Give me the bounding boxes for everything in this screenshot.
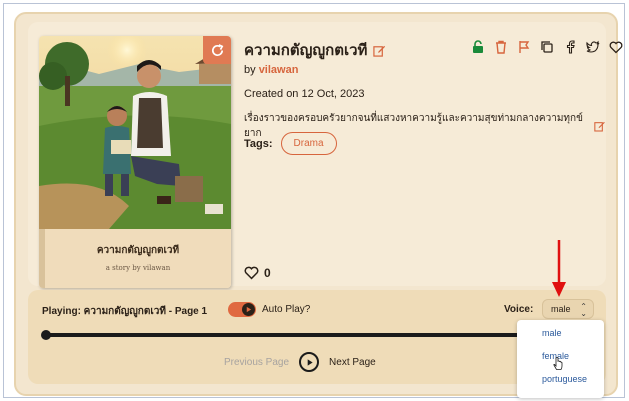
voice-select[interactable]: male ⌃ ⌄ <box>542 299 594 319</box>
tags-row: Tags: Drama <box>244 132 337 155</box>
edit-title-icon[interactable] <box>373 44 386 57</box>
autoplay-control: Auto Play? <box>228 302 310 317</box>
play-mini-icon <box>246 306 252 313</box>
voice-option-portuguese[interactable]: portuguese <box>542 374 587 384</box>
heart-icon[interactable] <box>608 39 624 55</box>
progress-track[interactable] <box>44 333 534 337</box>
voice-label: Voice: <box>504 304 534 315</box>
copy-icon[interactable] <box>539 39 555 55</box>
previous-page-button[interactable]: Previous Page <box>224 357 289 368</box>
refresh-icon <box>211 43 223 56</box>
autoplay-toggle[interactable] <box>228 302 256 317</box>
progress-handle[interactable] <box>41 330 51 340</box>
trash-icon[interactable] <box>493 39 509 55</box>
cover-illustration <box>39 36 231 229</box>
regenerate-cover-button[interactable] <box>203 36 231 64</box>
lock-open-icon[interactable] <box>470 39 486 55</box>
autoplay-label: Auto Play? <box>262 304 311 315</box>
story-title: ความกตัญญูกตเวที <box>244 38 386 62</box>
voice-selected-value: male <box>551 304 571 314</box>
tag-drama[interactable]: Drama <box>280 132 337 155</box>
mouse-cursor-icon <box>553 357 563 370</box>
likes: 0 <box>244 265 271 280</box>
story-title-text: ความกตัญญูกตเวที <box>244 42 368 59</box>
author-link[interactable]: vilawan <box>259 64 299 76</box>
twitter-icon[interactable] <box>585 39 601 55</box>
cover-byline: a story by vilawan <box>105 264 171 272</box>
annotation-arrow-icon <box>552 240 566 297</box>
story-actions <box>470 39 624 55</box>
cover-title: ความกตัญญูกตเวที <box>96 245 180 256</box>
cover-title-band: ความกตัญญูกตเวที a story by vilawan <box>39 229 231 288</box>
facebook-icon[interactable] <box>562 39 578 55</box>
like-heart-icon[interactable] <box>244 265 259 280</box>
edit-description-icon[interactable] <box>594 120 606 132</box>
book-cover[interactable]: ความกตัญญูกตเวที a story by vilawan <box>39 36 231 288</box>
play-button[interactable] <box>299 352 320 372</box>
like-count: 0 <box>264 265 271 280</box>
created-date: Created on 12 Oct, 2023 <box>244 88 365 100</box>
story-details: ความกตัญญูกตเวที a story by vilawan ความ… <box>28 22 623 288</box>
next-page-button[interactable]: Next Page <box>329 357 376 368</box>
toggle-knob <box>242 303 255 316</box>
select-chevron-icon: ⌃ ⌄ <box>580 302 587 318</box>
voice-option-male[interactable]: male <box>542 328 562 338</box>
author-line: by vilawan <box>244 64 298 76</box>
by-prefix: by <box>244 64 256 76</box>
flag-icon[interactable] <box>516 39 532 55</box>
page-navigation: Previous Page Next Page <box>224 352 376 372</box>
tags-label: Tags: <box>244 137 273 150</box>
now-playing-label: Playing: ความกตัญญูกตเวที - Page 1 <box>42 306 208 317</box>
play-icon <box>307 358 313 366</box>
